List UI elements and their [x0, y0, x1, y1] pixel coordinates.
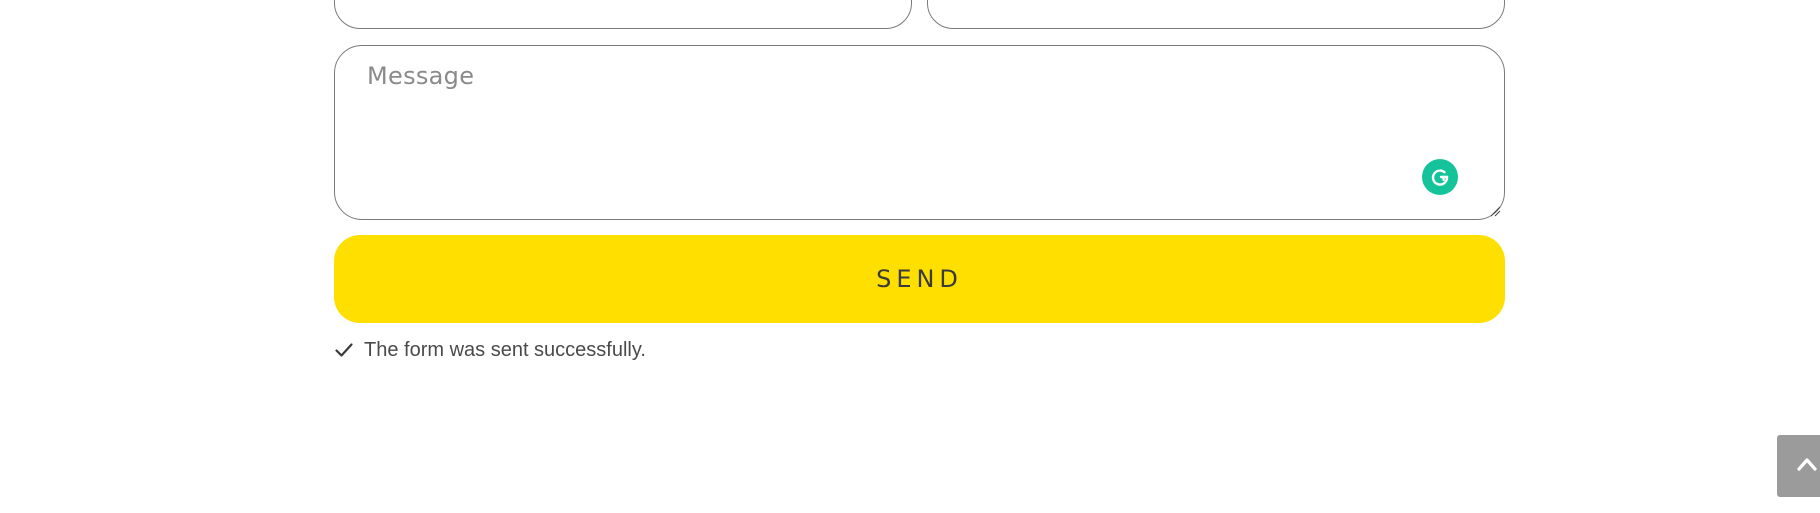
message-placeholder: Message	[367, 62, 475, 90]
name-field[interactable]	[334, 0, 912, 29]
status-text: The form was sent successfully.	[364, 338, 646, 361]
grammarly-icon[interactable]	[1422, 159, 1458, 195]
checkmark-icon	[334, 340, 354, 360]
resize-handle-icon[interactable]	[1489, 204, 1501, 217]
email-field[interactable]	[927, 0, 1505, 29]
contact-form-page: Message SEND The form was sent successfu…	[0, 0, 1820, 513]
message-textarea[interactable]: Message	[334, 45, 1505, 220]
scroll-to-top-button[interactable]	[1777, 435, 1820, 497]
send-button[interactable]: SEND	[334, 235, 1505, 323]
form-status: The form was sent successfully.	[334, 336, 646, 364]
chevron-up-icon	[1797, 457, 1817, 476]
send-button-label: SEND	[876, 265, 963, 293]
